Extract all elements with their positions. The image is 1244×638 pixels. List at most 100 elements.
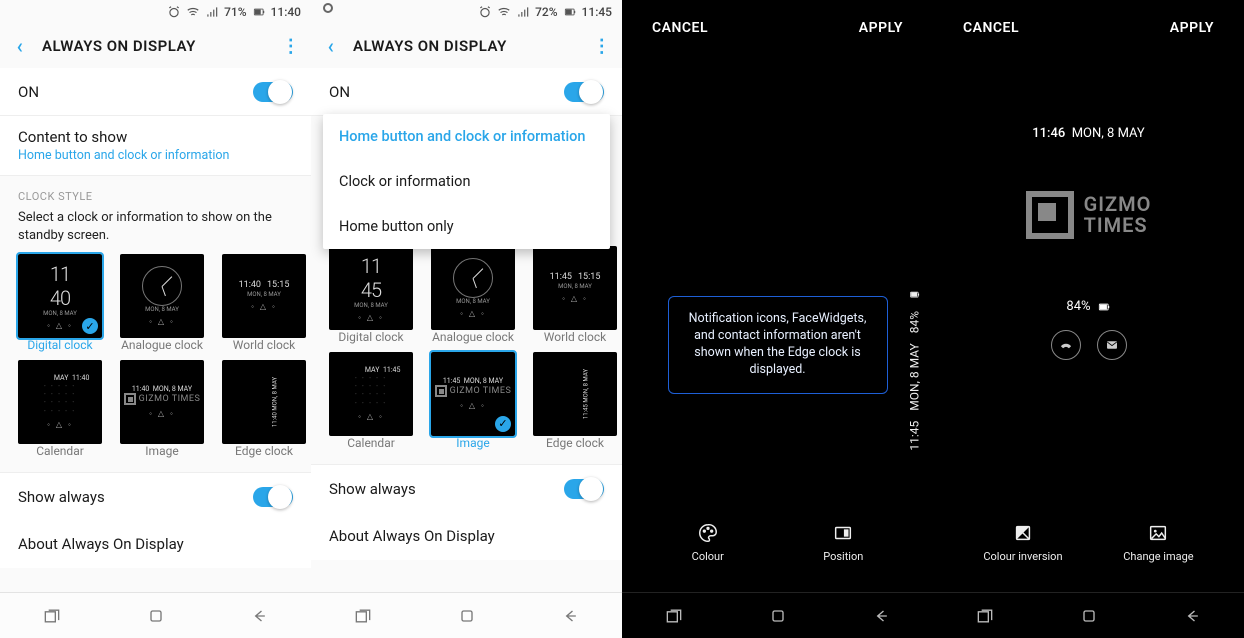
on-toggle-row[interactable]: ON [0, 68, 311, 116]
thumb-digital[interactable]: 1145 MON, 8 MAY ◦ △ ◦ [329, 246, 413, 330]
on-label: ON [18, 83, 39, 101]
battery-pct: 71% [224, 5, 246, 19]
thumb-world[interactable]: 11:45 15:15 MON, 8 MAY ◦ △ ◦ [533, 246, 617, 330]
nav-recents[interactable] [311, 593, 415, 638]
nav-recents[interactable] [933, 593, 1037, 638]
back-button[interactable]: ‹ [319, 34, 343, 58]
menu-opt-home-clock[interactable]: Home button and clock or information [323, 114, 610, 159]
thumb-calendar-label: Calendar [329, 436, 413, 452]
battery-icon [563, 5, 577, 19]
show-always-row[interactable]: Show always [0, 472, 311, 520]
nav-back[interactable] [207, 593, 311, 638]
thumb-analogue-label: Analogue clock [431, 330, 515, 346]
image-icon [1147, 522, 1169, 544]
thumb-digital[interactable]: 1140 MON, 8 MAY ◦ △ ◦ ✓ [18, 254, 102, 338]
thumb-calendar[interactable]: MAY 11:40 · · · · ·· · · · ·· · · · ·· ·… [18, 360, 102, 444]
apply-button[interactable]: APPLY [859, 20, 903, 36]
thumb-image[interactable]: 11:40 MON, 8 MAY GIZMO TIMES ◦ △ ◦ [120, 360, 204, 444]
option-colour[interactable]: Colour [692, 522, 724, 592]
nav-home[interactable] [726, 593, 830, 638]
edge-clock-side: 11:45 MON, 8 MAY 84% [908, 289, 922, 451]
nav-back[interactable] [518, 593, 622, 638]
header: ‹ ALWAYS ON DISPLAY ⋮ [311, 24, 622, 68]
on-label: ON [329, 83, 350, 101]
thumb-image[interactable]: 11:45 MON, 8 MAY GIZMO TIMES ◦ △ ◦ ✓ [431, 352, 515, 436]
status-time: 11:40 [271, 5, 301, 19]
thumb-calendar[interactable]: MAY 11:45 · · · · ·· · · · ·· · · · ·· ·… [329, 352, 413, 436]
clock-style-grid: 1140 MON, 8 MAY ◦ △ ◦ ✓ Digital clock MO… [0, 254, 311, 468]
cancel-button[interactable]: CANCEL [963, 20, 1019, 36]
status-time: 11:45 [582, 5, 612, 19]
nav-bar [311, 592, 622, 638]
about-label: About Always On Display [18, 535, 184, 553]
on-toggle[interactable] [253, 82, 293, 102]
edge-notice: Notification icons, FaceWidgets, and con… [668, 296, 888, 394]
mail-icon [1097, 330, 1127, 360]
battery-icon [909, 289, 921, 301]
thumb-analogue[interactable]: MON, 8 MAY ◦ △ ◦ [431, 246, 515, 330]
nav-back[interactable] [829, 593, 933, 638]
show-always-row[interactable]: Show always [311, 464, 622, 512]
clock-style-hint: Select a clock or information to show on… [0, 209, 311, 254]
thumb-digital-label: Digital clock [18, 338, 102, 354]
nav-bar [622, 592, 933, 638]
brand-bot: TIMES [1084, 215, 1152, 236]
on-toggle[interactable] [564, 82, 604, 102]
thumb-edge[interactable]: 11:40 MON, 8 MAY [222, 360, 306, 444]
apply-button[interactable]: APPLY [1170, 20, 1214, 36]
back-button[interactable]: ‹ [8, 34, 32, 58]
colour-label: Colour [692, 550, 724, 563]
nav-recents[interactable] [622, 593, 726, 638]
page-title: ALWAYS ON DISPLAY [42, 37, 269, 55]
side-time: 11:45 [908, 421, 922, 451]
preview-date: MON, 8 MAY [1072, 126, 1145, 141]
nav-bar [933, 592, 1244, 638]
panel-edge-preview: CANCEL APPLY Notification icons, FaceWid… [622, 0, 933, 638]
panel-aod-settings-1: 71% 11:40 ‹ ALWAYS ON DISPLAY ⋮ ON Conte… [0, 0, 311, 638]
position-label: Position [823, 550, 863, 563]
signal-icon [516, 5, 530, 19]
inversion-icon [1012, 522, 1034, 544]
preview-header: CANCEL APPLY [933, 0, 1244, 56]
more-button[interactable]: ⋮ [279, 36, 303, 57]
option-inversion[interactable]: Colour inversion [983, 522, 1062, 592]
show-always-toggle[interactable] [564, 479, 604, 499]
thumb-analogue-label: Analogue clock [120, 338, 204, 354]
nav-recents[interactable] [0, 593, 104, 638]
thumb-image-label: Image [120, 444, 204, 460]
preview-datetime: 11:46 MON, 8 MAY [1032, 126, 1144, 141]
about-row[interactable]: About Always On Display [0, 520, 311, 568]
brand-top: GIZMO [1084, 194, 1152, 215]
option-change-image[interactable]: Change image [1123, 522, 1193, 592]
on-toggle-row[interactable]: ON [311, 68, 622, 116]
thumb-world[interactable]: 11:40 15:15 MON, 8 MAY ◦ △ ◦ [222, 254, 306, 338]
palette-icon [697, 522, 719, 544]
thumb-edge-label: Edge clock [222, 444, 306, 460]
menu-opt-clock[interactable]: Clock or information [323, 159, 610, 204]
camera-icon [323, 3, 333, 13]
about-row[interactable]: About Always On Display [311, 512, 622, 560]
more-button[interactable]: ⋮ [590, 36, 614, 57]
show-always-toggle[interactable] [253, 487, 293, 507]
nav-home[interactable] [1037, 593, 1141, 638]
nav-back[interactable] [1140, 593, 1244, 638]
preview-time: 11:46 [1032, 126, 1065, 141]
preview-notif-icons [1051, 330, 1127, 360]
nav-home[interactable] [104, 593, 208, 638]
status-bar: 72% 11:45 [311, 0, 622, 24]
nav-home[interactable] [415, 593, 519, 638]
edge-options: Colour Position [622, 522, 933, 592]
change-label: Change image [1123, 550, 1193, 563]
position-icon [832, 522, 854, 544]
cancel-button[interactable]: CANCEL [652, 20, 708, 36]
thumb-analogue[interactable]: MON, 8 MAY ◦ △ ◦ [120, 254, 204, 338]
nav-bar [0, 592, 311, 638]
option-position[interactable]: Position [823, 522, 863, 592]
page-title: ALWAYS ON DISPLAY [353, 37, 580, 55]
thumb-edge-label: Edge clock [533, 436, 617, 452]
check-icon: ✓ [495, 416, 511, 432]
thumb-edge[interactable]: 11:45 MON, 8 MAY [533, 352, 617, 436]
logo-icon [1026, 191, 1074, 239]
menu-opt-home[interactable]: Home button only [323, 204, 610, 249]
content-to-show-row[interactable]: Content to show Home button and clock or… [0, 116, 311, 176]
